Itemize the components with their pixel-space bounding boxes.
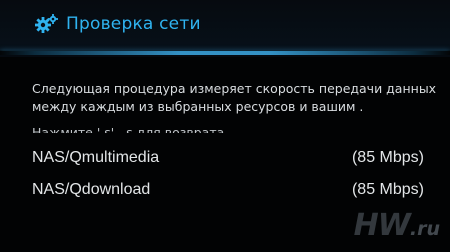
return-hint: Нажмите ' s' . s для возврата — [32, 124, 224, 133]
resource-name: NAS/Qdownload — [32, 181, 151, 198]
network-check-screen: Проверка сети Следующая процедура измеря… — [0, 0, 450, 252]
page-title: Проверка сети — [66, 14, 201, 34]
resource-row[interactable]: NAS/Qdownload (85 Mbps) — [32, 178, 424, 202]
watermark-domain: .ru — [409, 218, 440, 240]
resource-name: NAS/Qmultimedia — [32, 149, 160, 166]
gear-icon — [34, 13, 58, 35]
watermark-brand: HW — [353, 208, 411, 243]
resource-speed: (85 Mbps) — [351, 181, 424, 198]
resource-speed: (85 Mbps) — [351, 149, 424, 166]
return-hint-text: Нажмите ' s' . s для возврата — [32, 125, 225, 133]
watermark-logo: HW.ru — [354, 211, 440, 244]
resource-row[interactable]: NAS/Qmultimedia (85 Mbps) — [32, 146, 424, 170]
header: Проверка сети — [0, 0, 450, 50]
description-text: Следующая процедура измеряет скорость пе… — [32, 81, 437, 114]
